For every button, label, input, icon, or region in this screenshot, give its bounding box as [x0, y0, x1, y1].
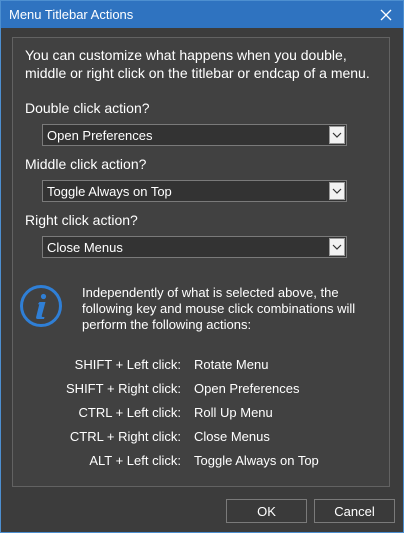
window-title: Menu Titlebar Actions	[9, 7, 134, 22]
combo-action-alt-left: Toggle Always on Top	[194, 453, 319, 468]
info-text: Independently of what is selected above,…	[82, 285, 356, 332]
info-icon	[20, 285, 62, 327]
chevron-down-icon	[332, 132, 342, 138]
double-click-dropdown-button[interactable]	[329, 126, 345, 144]
combo-action-shift-left: Rotate Menu	[194, 357, 269, 372]
intro-text: You can customize what happens when you …	[25, 47, 370, 81]
double-click-select[interactable]: Open Preferences	[42, 124, 347, 146]
close-button[interactable]	[371, 1, 401, 28]
combo-key-shift-left: SHIFT + Left click:	[74, 357, 181, 372]
right-click-label: Right click action?	[25, 212, 138, 228]
middle-click-label: Middle click action?	[25, 156, 147, 172]
ok-button[interactable]: OK	[226, 499, 307, 523]
combo-action-ctrl-left: Roll Up Menu	[194, 405, 273, 420]
right-click-select-value: Close Menus	[47, 240, 123, 255]
right-click-select[interactable]: Close Menus	[42, 236, 347, 258]
middle-click-dropdown-button[interactable]	[329, 182, 345, 200]
right-click-dropdown-button[interactable]	[329, 238, 345, 256]
middle-click-select[interactable]: Toggle Always on Top	[42, 180, 347, 202]
combo-key-ctrl-left: CTRL + Left click:	[78, 405, 181, 420]
double-click-select-value: Open Preferences	[47, 128, 153, 143]
combo-key-ctrl-right: CTRL + Right click:	[69, 429, 181, 444]
close-icon	[380, 9, 392, 20]
combo-key-shift-right: SHIFT + Right click:	[66, 381, 181, 396]
titlebar[interactable]: Menu Titlebar Actions	[1, 1, 403, 28]
combo-key-alt-left: ALT + Left click:	[89, 453, 181, 468]
combo-action-ctrl-right: Close Menus	[194, 429, 270, 444]
settings-panel: You can customize what happens when you …	[12, 37, 390, 487]
chevron-down-icon	[332, 188, 342, 194]
chevron-down-icon	[332, 244, 342, 250]
cancel-button[interactable]: Cancel	[314, 499, 395, 523]
middle-click-select-value: Toggle Always on Top	[47, 184, 172, 199]
dialog-window: Menu Titlebar Actions You can customize …	[0, 0, 404, 533]
combo-action-shift-right: Open Preferences	[194, 381, 300, 396]
double-click-label: Double click action?	[25, 100, 150, 116]
